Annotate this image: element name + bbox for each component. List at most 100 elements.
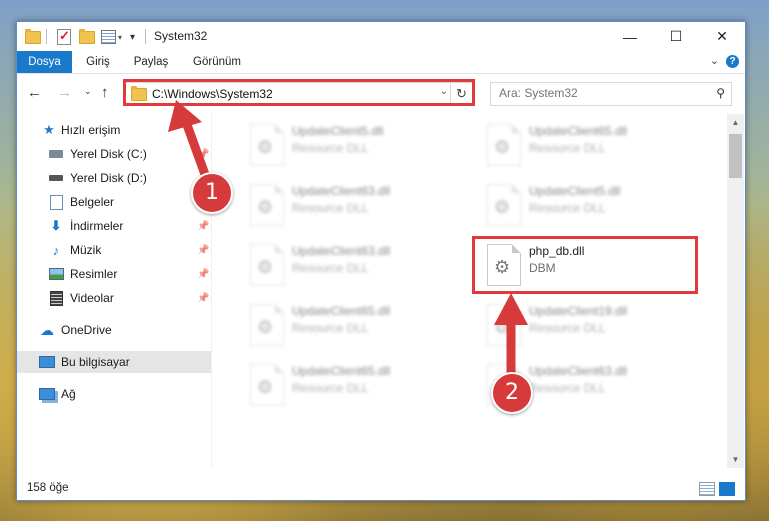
sidebar-item-onedrive[interactable]: ☁ OneDrive bbox=[17, 319, 211, 341]
title-bar: ▾ ▾ System32 — ☐ ✕ bbox=[17, 22, 745, 51]
file-type: Resource DLL bbox=[292, 141, 369, 155]
file-item[interactable]: ⚙ UpdateClient65.dll Resource DLL bbox=[242, 300, 462, 350]
pin-icon[interactable]: 📌 bbox=[197, 149, 209, 160]
sidebar-item-label: OneDrive bbox=[61, 323, 112, 337]
sidebar-item-label: Belgeler bbox=[70, 195, 115, 209]
file-name: UpdateClient63.dll bbox=[529, 364, 628, 378]
forward-arrow-icon[interactable]: → bbox=[57, 84, 72, 101]
step-marker-1: 1 bbox=[191, 172, 233, 214]
file-name: UpdateClient63.dll bbox=[292, 244, 391, 258]
file-name: UpdateClient63.dll bbox=[292, 184, 391, 198]
file-name: UpdateClient5.dll bbox=[529, 184, 621, 198]
recent-locations-chevron-icon[interactable]: ⌄ bbox=[84, 86, 92, 97]
search-box[interactable]: ⚲ bbox=[490, 82, 732, 106]
back-arrow-icon[interactable]: ← bbox=[27, 84, 42, 101]
navigation-bar: ← → ⌄ ↑ C:\Windows\System32 ⌄ ↻ ⚲ bbox=[17, 74, 745, 114]
close-button[interactable]: ✕ bbox=[699, 22, 745, 51]
pin-icon[interactable]: 📌 bbox=[197, 245, 209, 256]
file-list: ⚙ UpdateClient5.dll Resource DLL ⚙ Updat… bbox=[212, 114, 727, 468]
address-bar[interactable]: C:\Windows\System32 ⌄ ↻ bbox=[125, 82, 473, 106]
file-name: UpdateClient65.dll bbox=[292, 364, 391, 378]
file-item[interactable]: ⚙ UpdateClient65.dll Resource DLL bbox=[242, 360, 462, 410]
file-item[interactable]: ⚙ UpdateClient19.dll Resource DLL bbox=[479, 300, 699, 350]
drive-icon bbox=[48, 170, 64, 186]
up-arrow-icon[interactable]: ↑ bbox=[101, 84, 109, 101]
file-type: Resource DLL bbox=[292, 381, 369, 395]
tab-share[interactable]: Paylaş bbox=[125, 51, 177, 73]
dll-file-icon: ⚙ bbox=[250, 184, 284, 226]
sidebar-item-downloads[interactable]: ⬇ İndirmeler 📌 bbox=[17, 215, 211, 237]
download-icon: ⬇ bbox=[50, 218, 62, 233]
tab-home[interactable]: Giriş bbox=[77, 51, 119, 73]
file-item[interactable]: ⚙ UpdateClient5.dll Resource DLL bbox=[479, 180, 699, 230]
documents-icon bbox=[48, 194, 64, 210]
sidebar-item-label: Hızlı erişim bbox=[61, 123, 121, 137]
address-path[interactable]: C:\Windows\System32 bbox=[152, 87, 273, 101]
sidebar-item-music[interactable]: ♪ Müzik 📌 bbox=[17, 239, 211, 261]
file-item[interactable]: ⚙ UpdateClient5.dll Resource DLL bbox=[242, 120, 462, 170]
sidebar-item-local-disk-c[interactable]: Yerel Disk (C:) 📌 bbox=[17, 143, 211, 165]
step-marker-2: 2 bbox=[491, 372, 533, 414]
scroll-down-icon[interactable]: ▼ bbox=[727, 451, 744, 468]
dll-file-icon: ⚙ bbox=[250, 124, 284, 166]
view-options-icon[interactable]: ▾ bbox=[101, 28, 122, 46]
sidebar-item-this-pc[interactable]: Bu bilgisayar bbox=[17, 351, 211, 373]
large-icons-view-icon[interactable] bbox=[719, 482, 735, 496]
search-input[interactable] bbox=[491, 83, 709, 103]
file-item[interactable]: ⚙ UpdateClient63.dll Resource DLL bbox=[242, 180, 462, 230]
vertical-scrollbar[interactable]: ▲ ▼ bbox=[727, 114, 744, 468]
sidebar-item-videos[interactable]: Videolar 📌 bbox=[17, 287, 211, 309]
dll-file-icon: ⚙ bbox=[487, 244, 521, 286]
sidebar-item-local-disk-d[interactable]: Yerel Disk (D:) bbox=[17, 167, 211, 189]
computer-icon bbox=[39, 354, 55, 370]
address-folder-icon bbox=[131, 86, 147, 101]
title-separator bbox=[145, 29, 146, 44]
scroll-up-icon[interactable]: ▲ bbox=[727, 114, 744, 131]
navigation-pane: ★ Hızlı erişim Yerel Disk (C:) 📌 Yerel D… bbox=[17, 114, 211, 468]
quick-access-folder-icon[interactable] bbox=[25, 28, 41, 46]
tab-view[interactable]: Görünüm bbox=[185, 51, 249, 73]
tab-file[interactable]: Dosya bbox=[17, 51, 72, 73]
sidebar-item-quick-access[interactable]: ★ Hızlı erişim bbox=[17, 119, 211, 141]
search-icon[interactable]: ⚲ bbox=[716, 86, 725, 100]
sidebar-item-label: Videolar bbox=[70, 291, 114, 305]
file-type: Resource DLL bbox=[529, 321, 606, 335]
file-name: UpdateClient19.dll bbox=[529, 304, 628, 318]
scroll-thumb[interactable] bbox=[729, 134, 742, 178]
sidebar-item-pictures[interactable]: Resimler 📌 bbox=[17, 263, 211, 285]
file-explorer-window: ▾ ▾ System32 — ☐ ✕ Dosya Giriş Paylaş Gö… bbox=[16, 21, 746, 501]
properties-check-icon[interactable] bbox=[57, 28, 71, 46]
file-item-php-db[interactable]: ⚙ php_db.dll DBM bbox=[479, 240, 699, 290]
star-icon: ★ bbox=[43, 122, 55, 137]
sidebar-item-label: Resimler bbox=[70, 267, 118, 281]
sidebar-item-label: Ağ bbox=[61, 387, 76, 401]
pin-icon[interactable]: 📌 bbox=[197, 293, 209, 304]
item-count: 158 öğe bbox=[27, 482, 69, 494]
customize-toolbar-chevron-icon[interactable]: ▾ bbox=[130, 28, 135, 46]
pin-icon[interactable]: 📌 bbox=[197, 221, 209, 232]
minimize-button[interactable]: — bbox=[607, 22, 653, 51]
cloud-icon: ☁ bbox=[40, 321, 54, 338]
details-view-icon[interactable] bbox=[699, 482, 715, 496]
maximize-button[interactable]: ☐ bbox=[653, 22, 699, 51]
sidebar-item-documents[interactable]: Belgeler bbox=[17, 191, 211, 213]
file-item[interactable]: ⚙ UpdateClient65.dll Resource DLL bbox=[479, 120, 699, 170]
help-icon[interactable]: ? bbox=[726, 55, 739, 68]
refresh-icon[interactable]: ↻ bbox=[450, 83, 472, 105]
pin-icon[interactable]: 📌 bbox=[197, 269, 209, 280]
dll-file-icon: ⚙ bbox=[250, 304, 284, 346]
music-icon: ♪ bbox=[52, 242, 60, 258]
new-folder-icon[interactable] bbox=[79, 28, 95, 46]
file-type: Resource DLL bbox=[292, 201, 369, 215]
dll-file-icon: ⚙ bbox=[487, 184, 521, 226]
pictures-icon bbox=[48, 266, 64, 282]
expand-ribbon-chevron-icon[interactable]: ⌄ bbox=[710, 54, 719, 67]
address-dropdown-icon[interactable]: ⌄ bbox=[440, 86, 448, 97]
file-item[interactable]: ⚙ UpdateClient63.dll Resource DLL bbox=[242, 240, 462, 290]
window-title: System32 bbox=[154, 29, 208, 43]
sidebar-item-label: Yerel Disk (D:) bbox=[70, 171, 147, 185]
sidebar-item-network[interactable]: Ağ bbox=[17, 383, 211, 405]
file-type: Resource DLL bbox=[292, 261, 369, 275]
dll-file-icon: ⚙ bbox=[487, 124, 521, 166]
status-bar: 158 öğe bbox=[17, 478, 745, 500]
